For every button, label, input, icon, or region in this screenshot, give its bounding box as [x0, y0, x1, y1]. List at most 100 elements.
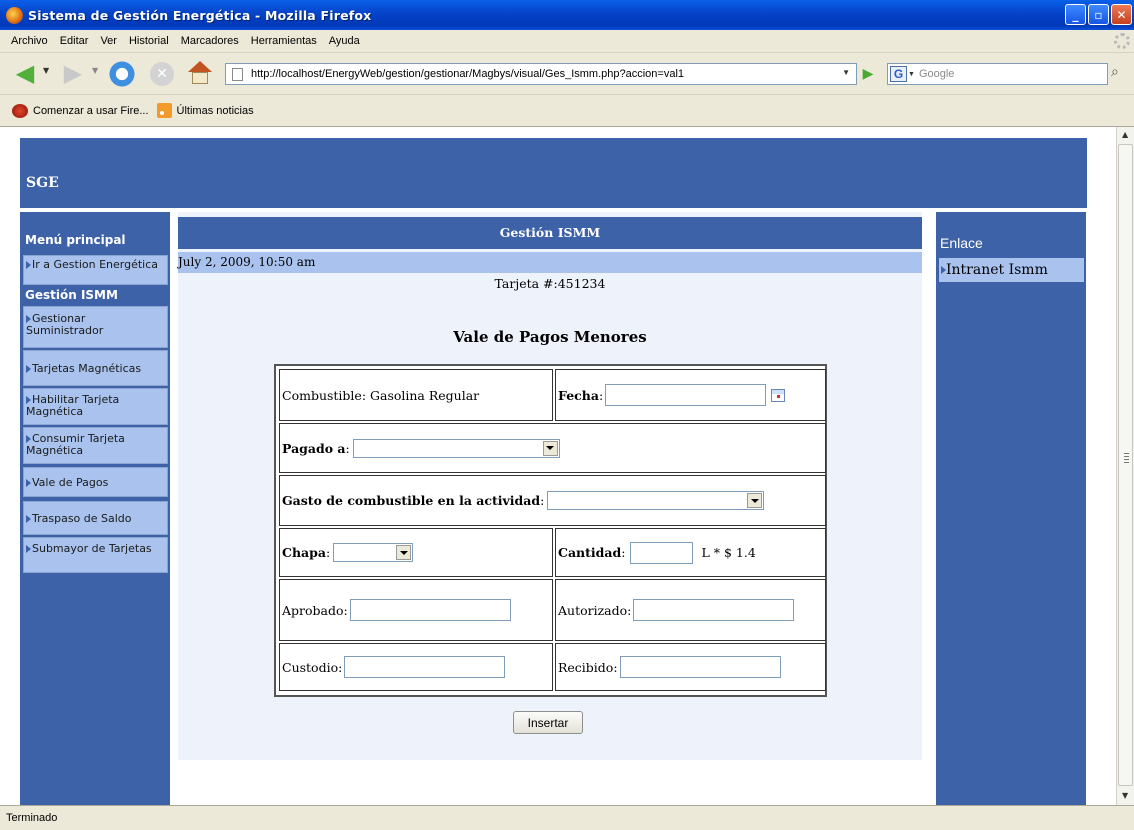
sidebar-item-label: Ir a Gestion Energética [32, 258, 159, 271]
arrow-icon [26, 514, 31, 523]
chapa-select[interactable] [333, 543, 414, 562]
page-content: SGE Menú principal Ir a Gestion Energéti… [0, 127, 1116, 805]
sidebar-item-tarjetas-magneticas[interactable]: Tarjetas Magnéticas [23, 350, 168, 386]
arrow-icon [26, 364, 31, 373]
sidebar-item-gestion-energetica[interactable]: Ir a Gestion Energética [23, 255, 168, 285]
sidebar-item-habilitar-tarjeta[interactable]: Habilitar Tarjeta Magnética [23, 388, 168, 425]
form-row: Aprobado: Autorizado: [279, 579, 826, 641]
site-brand: SGE [26, 175, 59, 191]
throbber-icon [1114, 33, 1130, 49]
sidebar-item-submayor-de-tarjetas[interactable]: Submayor de Tarjetas [23, 537, 168, 573]
sidebar-item-gestionar-suministrador[interactable]: Gestionar Suministrador [23, 306, 168, 348]
cantidad-label: Cantidad [558, 545, 622, 560]
close-button[interactable]: ✕ [1111, 4, 1132, 25]
cantidad-input[interactable] [630, 541, 694, 564]
aprobado-cell: Aprobado: [279, 579, 553, 641]
forward-arrow-icon[interactable]: ▶ [59, 59, 87, 87]
menu-historial[interactable]: Historial [123, 35, 175, 47]
form-row: Pagado a: [279, 423, 826, 473]
form-row: Chapa: Cantidad: L * $ 1.4 [279, 528, 826, 577]
fecha-label: Fecha [558, 387, 599, 403]
arrow-icon [26, 315, 31, 323]
address-bar[interactable]: http://localhost/EnergyWeb/gestion/gesti… [225, 63, 857, 85]
calendar-icon[interactable] [771, 388, 786, 402]
custodio-input[interactable] [344, 656, 506, 678]
url-text[interactable]: http://localhost/EnergyWeb/gestion/gesti… [251, 68, 684, 80]
scroll-down-icon[interactable]: ▼ [1122, 791, 1128, 800]
search-box[interactable]: G ▼ Google [887, 63, 1108, 85]
autorizado-input[interactable] [633, 599, 795, 621]
menu-archivo[interactable]: Archivo [5, 35, 54, 47]
gasto-label: Gasto de combustible en la actividad [282, 493, 541, 508]
menu-ver[interactable]: Ver [94, 35, 123, 47]
sidebar-item-traspaso-de-saldo[interactable]: Traspaso de Saldo [23, 501, 168, 535]
vertical-scrollbar[interactable]: ▲ ▼ [1116, 127, 1134, 805]
aprobado-input[interactable] [349, 599, 511, 621]
back-arrow-icon[interactable]: ◀ [11, 59, 39, 87]
home-icon[interactable] [187, 61, 213, 87]
link-intranet-ismm[interactable]: Intranet Ismm [939, 258, 1084, 282]
arrow-icon [26, 478, 31, 487]
url-history-dropdown-icon[interactable]: ▼ [842, 68, 850, 77]
cantidad-cell: Cantidad: L * $ 1.4 [555, 528, 826, 577]
menu-herramientas[interactable]: Herramientas [245, 35, 323, 47]
chevron-down-icon[interactable] [542, 440, 558, 456]
menu-ayuda[interactable]: Ayuda [323, 35, 366, 47]
card-number: Tarjeta #:451234 [494, 276, 606, 291]
cantidad-unit: L * $ 1.4 [701, 545, 756, 560]
bookmark-latest-news[interactable]: Últimas noticias [156, 103, 254, 118]
stop-icon[interactable]: ✕ [150, 62, 174, 86]
firefox-icon [6, 6, 23, 24]
firefox-bookmark-icon [12, 103, 28, 118]
sidebar-item-label: Submayor de Tarjetas [32, 542, 152, 555]
form-row: Custodio: Recibido: [279, 643, 826, 691]
menu-marcadores[interactable]: Marcadores [175, 35, 245, 47]
sidebar-item-label: Tarjetas Magnéticas [32, 361, 142, 375]
engine-dropdown-icon[interactable]: ▼ [908, 71, 915, 78]
forward-history-dropdown-icon[interactable]: ▼ [92, 66, 98, 75]
gasto-cell: Gasto de combustible en la actividad: [279, 475, 826, 526]
pagado-label: Pagado a [282, 440, 346, 456]
back-history-dropdown-icon[interactable]: ▼ [43, 66, 49, 75]
pagado-cell: Pagado a: [279, 423, 826, 473]
pagado-select[interactable] [352, 438, 560, 458]
fuel-type: Combustible: Gasolina Regular [279, 369, 553, 421]
sidebar-item-label: Habilitar Tarjeta Magnética [26, 393, 120, 418]
status-bar: Terminado [0, 805, 1134, 830]
recibido-cell: Recibido: [555, 643, 826, 691]
google-engine-icon[interactable]: G [890, 66, 907, 82]
window-controls: _ ▫ ✕ [1065, 4, 1132, 25]
arrow-icon [26, 435, 31, 443]
rss-feed-icon [156, 103, 172, 118]
minimize-button[interactable]: _ [1065, 4, 1086, 25]
voucher-form: Combustible: Gasolina Regular Fecha: Pag… [274, 364, 827, 697]
scroll-up-icon[interactable]: ▲ [1122, 130, 1128, 139]
custodio-cell: Custodio: [279, 643, 553, 691]
menu-editar[interactable]: Editar [54, 35, 95, 47]
custodio-label: Custodio: [282, 659, 343, 675]
main-header: Gestión ISMM [178, 217, 922, 249]
window-title: Sistema de Gestión Energética - Mozilla … [28, 7, 372, 23]
fecha-input[interactable] [605, 384, 767, 406]
gasto-select[interactable] [547, 491, 765, 510]
chevron-down-icon[interactable] [396, 545, 412, 560]
search-placeholder[interactable]: Google [919, 68, 954, 80]
status-text: Terminado [6, 812, 58, 824]
sidebar-item-label: Vale de Pagos [32, 475, 109, 489]
search-magnifier-icon[interactable]: ⌕ [1111, 64, 1131, 84]
chevron-down-icon[interactable] [747, 493, 763, 508]
arrow-icon [26, 396, 31, 404]
sidebar-item-vale-de-pagos[interactable]: Vale de Pagos [23, 467, 168, 497]
go-arrow-icon[interactable]: ▶ [860, 65, 876, 83]
links-title: Enlace [940, 235, 983, 251]
scrollbar-thumb[interactable] [1118, 144, 1133, 786]
sidebar-item-consumir-tarjeta[interactable]: Consumir Tarjeta Magnética [23, 427, 168, 464]
sidebar-section-title: Gestión ISMM [25, 288, 118, 302]
bookmark-getting-started[interactable]: Comenzar a usar Fire... [12, 103, 149, 118]
reload-icon[interactable] [108, 60, 136, 88]
insert-button[interactable]: Insertar [513, 711, 583, 734]
recibido-input[interactable] [619, 656, 781, 678]
autorizado-cell: Autorizado: [555, 579, 826, 641]
sidebar-item-label: Consumir Tarjeta Magnética [26, 432, 125, 457]
maximize-button[interactable]: ▫ [1088, 4, 1109, 25]
